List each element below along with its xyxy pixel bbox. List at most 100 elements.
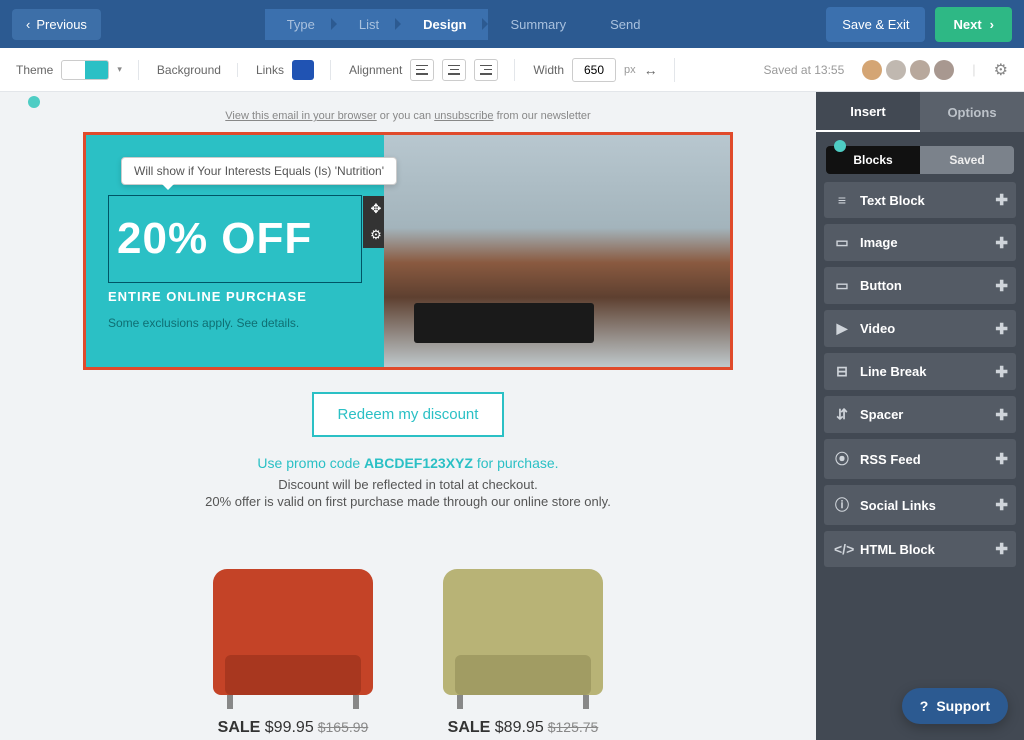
main-area: View this email in your browser or you c… (0, 92, 1024, 740)
promo-code: ABCDEF123XYZ (364, 455, 473, 471)
plus-icon: ✚ (995, 406, 1008, 424)
block-spacer[interactable]: ⇵Spacer✚ (824, 396, 1016, 433)
email-canvas[interactable]: Will show if Your Interests Equals (Is) … (83, 132, 733, 737)
block-label: RSS Feed (860, 452, 921, 467)
theme-group: Theme ▾ (16, 60, 139, 80)
block-linebreak[interactable]: ⊟ Line Break ✚ (824, 353, 1016, 390)
promo-sub-1: Discount will be reflected in total at c… (83, 477, 733, 492)
plus-icon: ✚ (995, 191, 1008, 209)
tab-insert[interactable]: Insert (816, 92, 920, 132)
align-left-icon (416, 65, 428, 75)
product-card[interactable]: SALE $99.95$165.99 (203, 559, 383, 737)
background-group[interactable]: Background (157, 63, 238, 77)
hero-image[interactable] (384, 135, 730, 367)
discount-subhead[interactable]: ENTIRE ONLINE PURCHASE (108, 289, 362, 304)
support-label: Support (936, 698, 990, 714)
linebreak-icon: ⊟ (834, 363, 850, 380)
tab-options[interactable]: Options (920, 92, 1024, 132)
code-icon: </> (834, 541, 850, 557)
link-color-swatch[interactable] (292, 60, 314, 80)
step-design[interactable]: Design (401, 9, 488, 40)
block-button[interactable]: ▭Button✚ (824, 267, 1016, 304)
unsubscribe-link[interactable]: unsubscribe (434, 110, 493, 122)
theme-label: Theme (16, 63, 53, 77)
alignment-label: Alignment (349, 63, 402, 77)
gear-icon[interactable]: ⚙ (994, 60, 1008, 80)
block-text[interactable]: ≡ Text Block ✚ (824, 182, 1016, 218)
width-input[interactable] (572, 58, 616, 82)
view-in-browser-link[interactable]: View this email in your browser (225, 110, 376, 122)
discount-note[interactable]: Some exclusions apply. See details. (108, 316, 362, 330)
indicator-dot (28, 96, 40, 108)
plus-icon: ✚ (995, 363, 1008, 381)
chevron-right-icon: › (990, 17, 994, 32)
previous-button[interactable]: ‹ Previous (12, 9, 101, 40)
button-icon: ▭ (834, 277, 850, 294)
avatar[interactable] (886, 60, 906, 80)
collaborator-avatars (862, 60, 954, 80)
theme-swatch[interactable] (61, 60, 109, 80)
expand-icon[interactable]: ↔ (644, 62, 658, 78)
step-list[interactable]: List (337, 9, 401, 40)
product-row: SALE $99.95$165.99 SALE $89.95$125.75 (83, 559, 733, 737)
save-exit-button[interactable]: Save & Exit (826, 7, 925, 42)
discount-headline[interactable]: 20% OFF (117, 214, 353, 264)
subtab-saved[interactable]: Saved (920, 146, 1014, 174)
product-price: SALE $89.95$125.75 (433, 719, 613, 737)
align-center-icon (448, 65, 460, 75)
step-type[interactable]: Type (265, 9, 337, 40)
width-label: Width (533, 63, 564, 77)
block-label: Image (860, 235, 898, 250)
cta-section: Redeem my discount Use promo code ABCDEF… (83, 392, 733, 509)
wizard-steps: Type List Design Summary Send (111, 9, 816, 40)
plus-icon: ✚ (995, 277, 1008, 295)
divider: | (972, 62, 975, 77)
block-social[interactable]: ⓘSocial Links✚ (824, 485, 1016, 525)
block-html[interactable]: </> HTML Block ✚ (824, 531, 1016, 567)
plus-icon: ✚ (995, 496, 1008, 514)
next-label: Next (953, 17, 981, 32)
width-unit: px (624, 64, 636, 76)
discount-box[interactable]: ✥ ⚙ 20% OFF (108, 195, 362, 283)
align-center-button[interactable] (442, 59, 466, 81)
block-label: HTML Block (860, 542, 935, 557)
product-price: SALE $99.95$165.99 (203, 719, 383, 737)
avatar[interactable] (934, 60, 954, 80)
redeem-button[interactable]: Redeem my discount (312, 392, 505, 437)
next-button[interactable]: Next › (935, 7, 1012, 42)
avatar[interactable] (862, 60, 882, 80)
social-icon: ⓘ (834, 495, 850, 515)
promo-line: Use promo code ABCDEF123XYZ for purchase… (83, 455, 733, 471)
side-subtabs: Blocks Saved (826, 146, 1014, 174)
align-left-button[interactable] (410, 59, 434, 81)
block-label: Text Block (860, 193, 925, 208)
avatar[interactable] (910, 60, 930, 80)
promo-sub-2: 20% offer is valid on first purchase mad… (83, 494, 733, 509)
block-label: Line Break (860, 364, 926, 379)
support-button[interactable]: ? Support (902, 688, 1008, 724)
block-image[interactable]: ▭ Image ✚ (824, 224, 1016, 261)
selected-block-frame[interactable]: Will show if Your Interests Equals (Is) … (83, 132, 733, 370)
background-label: Background (157, 63, 221, 77)
plus-icon: ✚ (995, 540, 1008, 558)
plus-icon: ✚ (995, 234, 1008, 252)
product-card[interactable]: SALE $89.95$125.75 (433, 559, 613, 737)
block-video[interactable]: ▶Video✚ (824, 310, 1016, 347)
design-toolbar: Theme ▾ Background Links Alignment Width… (0, 48, 1024, 92)
align-right-button[interactable] (474, 59, 498, 81)
block-rss[interactable]: ⦿ RSS Feed ✚ (824, 439, 1016, 479)
image-icon: ▭ (834, 234, 850, 251)
plus-icon: ✚ (995, 450, 1008, 468)
links-label: Links (256, 63, 284, 77)
align-right-icon (480, 65, 492, 75)
step-summary[interactable]: Summary (488, 9, 588, 40)
theme-dropdown-caret[interactable]: ▾ (117, 64, 122, 75)
condition-tooltip: Will show if Your Interests Equals (Is) … (121, 157, 397, 185)
help-icon: ? (920, 698, 929, 714)
video-icon: ▶ (834, 320, 850, 337)
plus-icon: ✚ (995, 320, 1008, 338)
canvas-area[interactable]: View this email in your browser or you c… (0, 92, 816, 740)
step-send[interactable]: Send (588, 9, 662, 40)
text-icon: ≡ (834, 192, 850, 208)
rss-icon: ⦿ (834, 449, 850, 469)
